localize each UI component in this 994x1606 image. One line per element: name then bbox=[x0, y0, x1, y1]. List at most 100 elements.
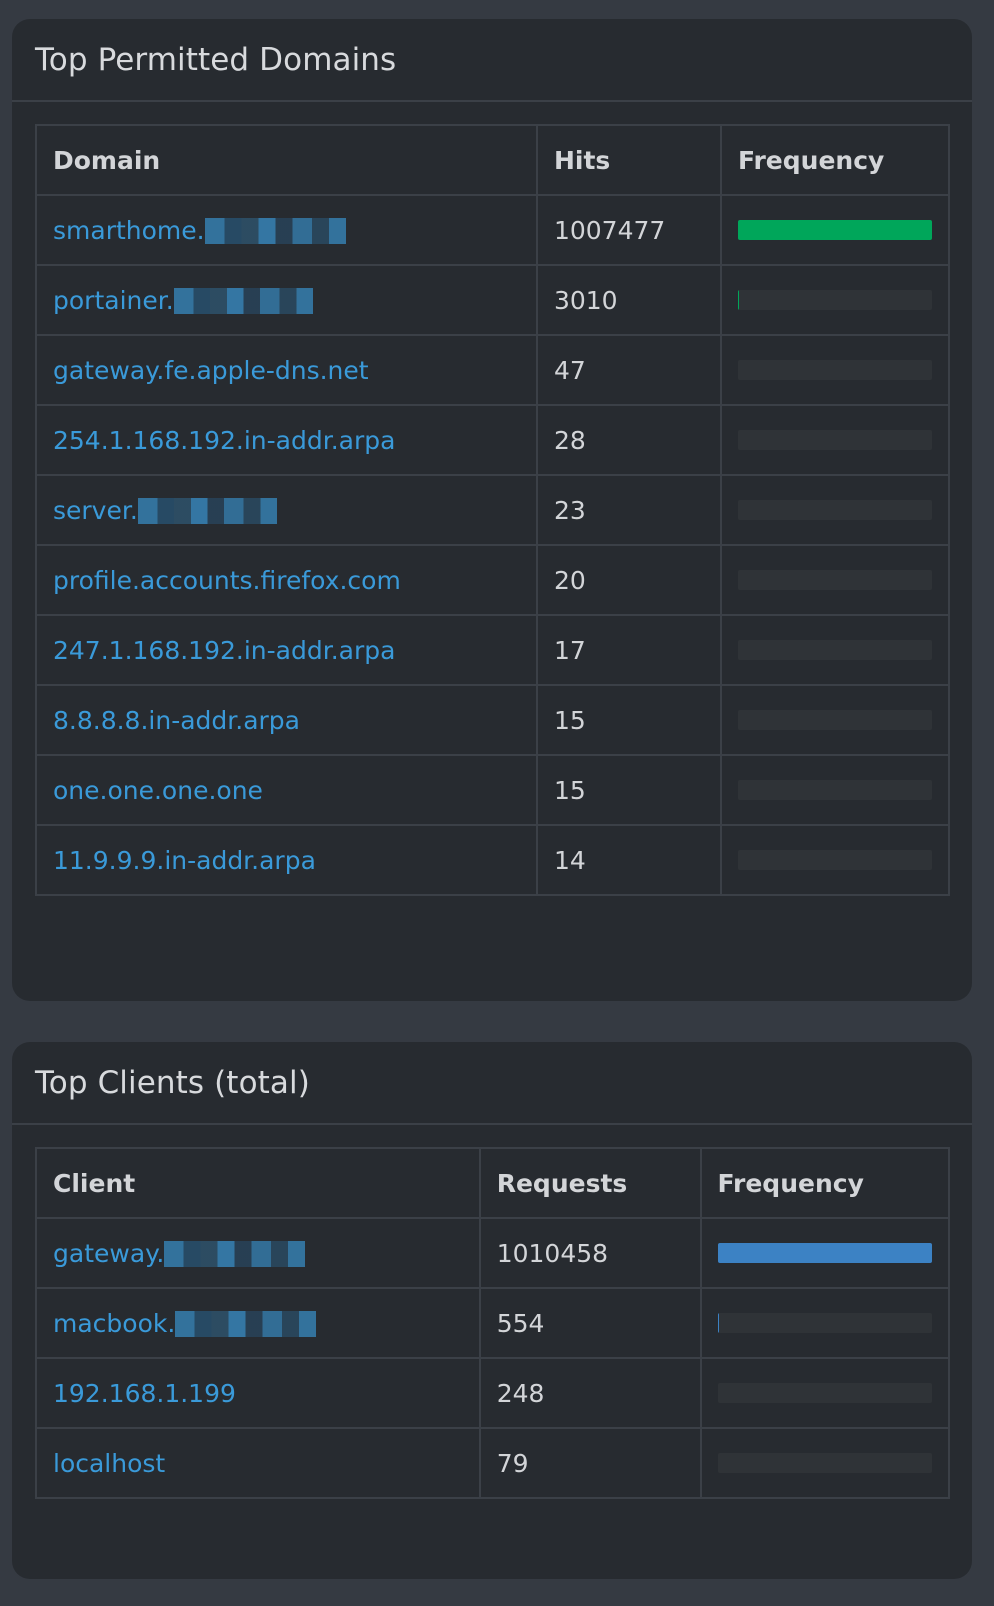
frequency-bar-track bbox=[717, 1383, 932, 1403]
frequency-bar-track bbox=[738, 500, 932, 520]
row-name-text[interactable]: gateway. bbox=[53, 1239, 164, 1268]
row-name-link[interactable]: 254.1.168.192.in-addr.arpa bbox=[35, 404, 538, 476]
table-row: localhost 79 bbox=[35, 1427, 951, 1499]
row-name-link[interactable]: 11.9.9.9.in-addr.arpa bbox=[35, 824, 538, 896]
table-row: portainer. 3010 bbox=[35, 264, 950, 336]
row-name-text[interactable]: portainer. bbox=[53, 286, 174, 315]
row-frequency bbox=[699, 1217, 951, 1289]
row-name-text[interactable]: macbook. bbox=[53, 1309, 175, 1338]
column-header-frequency: Frequency bbox=[699, 1147, 951, 1219]
frequency-bar-track bbox=[738, 640, 932, 660]
row-name-link[interactable]: 192.168.1.199 bbox=[35, 1357, 481, 1429]
row-count: 15 bbox=[535, 684, 723, 756]
redacted-text-mask bbox=[204, 217, 346, 244]
row-name-text[interactable]: localhost bbox=[53, 1449, 165, 1478]
frequency-bar-track bbox=[717, 1313, 932, 1333]
frequency-bar-track bbox=[738, 290, 932, 310]
row-name-link[interactable]: profile.accounts.firefox.com bbox=[35, 544, 538, 616]
row-name-text[interactable]: 254.1.168.192.in-addr.arpa bbox=[53, 426, 395, 455]
table-row: server. 23 bbox=[35, 474, 950, 546]
row-count: 3010 bbox=[535, 264, 723, 336]
domains-table: Domain Hits Frequency smarthome. 1007477 p… bbox=[35, 124, 950, 896]
domains-table-body: smarthome. 1007477 portainer. 3010 gateway.f… bbox=[35, 194, 950, 896]
table-header-row: Domain Hits Frequency bbox=[35, 124, 950, 196]
column-header-requests: Requests bbox=[478, 1147, 702, 1219]
row-frequency bbox=[720, 614, 950, 686]
row-name-text[interactable]: smarthome. bbox=[53, 216, 205, 245]
clients-table: Client Requests Frequency gateway. 101045… bbox=[35, 1147, 951, 1499]
top-permitted-domains-panel: Top Permitted Domains Domain Hits Freque… bbox=[12, 19, 972, 1001]
table-row: profile.accounts.firefox.com 20 bbox=[35, 544, 950, 616]
frequency-bar-track bbox=[738, 220, 932, 240]
redacted-text-mask bbox=[164, 1240, 306, 1267]
table-row: gateway. 1010458 bbox=[35, 1217, 951, 1289]
row-count: 15 bbox=[535, 754, 723, 826]
row-name-link[interactable]: gateway.fe.apple-dns.net bbox=[35, 334, 538, 406]
table-row: 247.1.168.192.in-addr.arpa 17 bbox=[35, 614, 950, 686]
row-frequency bbox=[720, 194, 950, 266]
row-count: 1007477 bbox=[535, 194, 723, 266]
frequency-bar-track bbox=[738, 710, 932, 730]
row-count: 79 bbox=[478, 1427, 702, 1499]
frequency-bar-track bbox=[738, 850, 932, 870]
panel-header: Top Clients (total) bbox=[12, 1042, 972, 1125]
row-name-text[interactable]: server. bbox=[53, 496, 138, 525]
frequency-bar-fill bbox=[717, 1243, 932, 1263]
row-frequency bbox=[720, 824, 950, 896]
column-header-frequency: Frequency bbox=[720, 124, 950, 196]
row-name-link[interactable]: gateway. bbox=[35, 1217, 481, 1289]
row-name-link[interactable]: 247.1.168.192.in-addr.arpa bbox=[35, 614, 538, 686]
row-name-text[interactable]: 11.9.9.9.in-addr.arpa bbox=[53, 846, 316, 875]
row-name-text[interactable]: profile.accounts.firefox.com bbox=[53, 566, 401, 595]
redacted-text-mask bbox=[175, 1310, 317, 1337]
table-row: smarthome. 1007477 bbox=[35, 194, 950, 266]
row-frequency bbox=[699, 1427, 951, 1499]
row-name-link[interactable]: smarthome. bbox=[35, 194, 538, 266]
row-count: 1010458 bbox=[478, 1217, 702, 1289]
row-frequency bbox=[720, 474, 950, 546]
clients-table-body: gateway. 1010458 macbook. 554 192.168.1.199 2… bbox=[35, 1217, 951, 1499]
table-row: 192.168.1.199 248 bbox=[35, 1357, 951, 1429]
table-row: 254.1.168.192.in-addr.arpa 28 bbox=[35, 404, 950, 476]
row-name-link[interactable]: one.one.one.one bbox=[35, 754, 538, 826]
row-name-text[interactable]: 247.1.168.192.in-addr.arpa bbox=[53, 636, 395, 665]
row-count: 23 bbox=[535, 474, 723, 546]
table-header-row: Client Requests Frequency bbox=[35, 1147, 951, 1219]
redacted-text-mask bbox=[173, 287, 313, 314]
row-count: 28 bbox=[535, 404, 723, 476]
row-name-link[interactable]: localhost bbox=[35, 1427, 481, 1499]
frequency-bar-track bbox=[738, 780, 932, 800]
row-name-link[interactable]: 8.8.8.8.in-addr.arpa bbox=[35, 684, 538, 756]
panel-header: Top Permitted Domains bbox=[12, 19, 972, 102]
table-row: 8.8.8.8.in-addr.arpa 15 bbox=[35, 684, 950, 756]
row-frequency bbox=[720, 544, 950, 616]
row-frequency bbox=[720, 684, 950, 756]
panel-title: Top Permitted Domains bbox=[35, 41, 397, 78]
frequency-bar-fill bbox=[738, 220, 932, 240]
row-name-text[interactable]: one.one.one.one bbox=[53, 776, 263, 805]
row-name-text[interactable]: 192.168.1.199 bbox=[53, 1379, 236, 1408]
row-name-link[interactable]: portainer. bbox=[35, 264, 538, 336]
row-name-link[interactable]: server. bbox=[35, 474, 538, 546]
table-row: gateway.fe.apple-dns.net 47 bbox=[35, 334, 950, 406]
frequency-bar-track bbox=[717, 1243, 932, 1263]
row-count: 14 bbox=[535, 824, 723, 896]
row-name-text[interactable]: gateway.fe.apple-dns.net bbox=[53, 356, 369, 385]
row-count: 17 bbox=[535, 614, 723, 686]
top-clients-panel: Top Clients (total) Client Requests Freq… bbox=[12, 1042, 972, 1579]
row-name-link[interactable]: macbook. bbox=[35, 1287, 481, 1359]
row-frequency bbox=[720, 334, 950, 406]
redacted-text-mask bbox=[137, 497, 277, 524]
column-header-hits: Hits bbox=[535, 124, 723, 196]
column-header-client: Client bbox=[35, 1147, 481, 1219]
row-frequency bbox=[720, 404, 950, 476]
frequency-bar-track bbox=[717, 1453, 932, 1473]
frequency-bar-track bbox=[738, 430, 932, 450]
row-frequency bbox=[699, 1287, 951, 1359]
row-name-text[interactable]: 8.8.8.8.in-addr.arpa bbox=[53, 706, 300, 735]
column-header-domain: Domain bbox=[35, 124, 538, 196]
table-row: 11.9.9.9.in-addr.arpa 14 bbox=[35, 824, 950, 896]
row-count: 554 bbox=[478, 1287, 702, 1359]
panel-title: Top Clients (total) bbox=[35, 1064, 310, 1101]
row-count: 47 bbox=[535, 334, 723, 406]
